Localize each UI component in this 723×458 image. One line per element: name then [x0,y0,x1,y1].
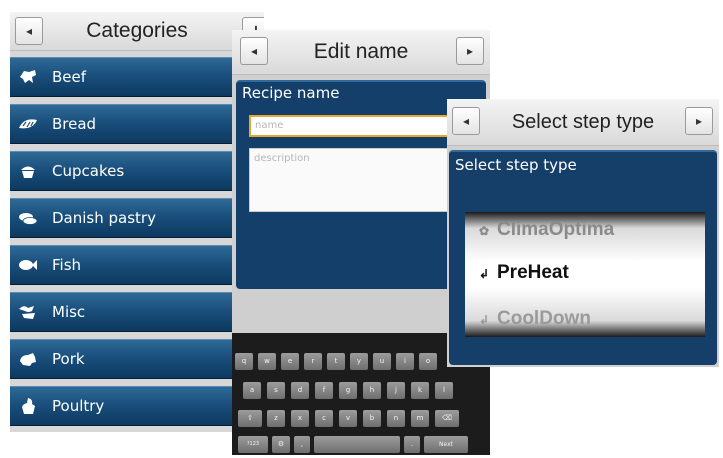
key[interactable]: q [235,353,253,370]
category-label: Cupcakes [52,162,125,180]
key[interactable]: k [411,382,429,399]
key[interactable]: o [419,353,437,370]
category-item-cupcakes[interactable]: Cupcakes [10,151,264,191]
settings-key[interactable]: ⚙ [272,436,290,453]
key[interactable]: x [291,410,309,427]
key[interactable]: i [396,353,414,370]
cooldown-icon: ↲ [479,313,490,327]
key[interactable]: t [327,353,345,370]
period-key[interactable]: . [404,436,420,453]
picker-option-climaoptima[interactable]: ✿ ClimaOptima [479,219,614,241]
category-label: Fish [52,256,82,274]
category-item-bread[interactable]: Bread [10,104,264,144]
key[interactable]: l [435,382,453,399]
category-item-danish-pastry[interactable]: Danish pastry [10,198,264,238]
key[interactable]: n [387,410,405,427]
spacebar[interactable] [314,436,400,453]
edit-name-header: Edit name ◂ ▸ [232,30,490,75]
key[interactable]: s [267,382,285,399]
keyboard-row-2: a s d f g h j k l [232,382,490,402]
category-item-fish[interactable]: Fish [10,245,264,285]
step-type-header: Select step type ◂ ▸ [447,99,719,146]
name-input[interactable]: name [249,115,479,137]
category-item-beef[interactable]: Beef [10,57,264,97]
next-key[interactable]: Next [424,436,468,453]
key[interactable]: g [339,382,357,399]
key[interactable]: c [315,410,333,427]
edit-name-title: Edit name [313,40,409,63]
key[interactable]: a [243,382,261,399]
key[interactable]: w [258,353,276,370]
category-item-pork[interactable]: Pork [10,339,264,379]
key[interactable]: e [281,353,299,370]
bread-icon [19,119,37,129]
select-step-type-screen: Select step type ◂ ▸ Select step type ✿ C… [447,99,719,367]
pastry-icon [19,213,38,225]
step-type-panel: Select step type ✿ ClimaOptima ↲ PreHeat ↲… [449,150,717,365]
description-input[interactable]: description [249,148,479,212]
pig-icon [20,353,36,366]
category-item-poultry[interactable]: Poultry [10,386,264,426]
comma-key[interactable]: , [294,436,310,453]
shift-key[interactable]: ⇧ [238,410,262,427]
cow-icon [20,70,36,83]
back-button[interactable]: ◂ [452,107,480,135]
key[interactable]: y [350,353,368,370]
picker-option-cooldown[interactable]: ↲ CoolDown [479,308,591,330]
categories-screen: Categories ◂ + Beef Bread Cupcakes Danis… [10,12,264,432]
misc-icon [19,306,35,319]
step-type-picker[interactable]: ✿ ClimaOptima ↲ PreHeat ↲ CoolDown [465,212,705,337]
panel-title: Recipe name [242,84,340,102]
fish-icon [19,260,37,270]
key[interactable]: h [363,382,381,399]
chicken-icon [22,398,35,414]
symbols-key[interactable]: ?123 [238,436,268,453]
keyboard-row-4: ?123 ⚙ , . Next [232,436,490,455]
category-label: Poultry [52,397,105,415]
back-button[interactable]: ◂ [15,17,43,45]
backspace-key[interactable]: ⌫ [435,410,459,427]
categories-header: Categories ◂ + [10,12,264,51]
next-button[interactable]: ▸ [456,37,484,65]
category-label: Pork [52,350,85,368]
category-label: Beef [52,68,87,86]
categories-title: Categories [86,19,188,42]
panel-title: Select step type [455,156,577,174]
category-item-misc[interactable]: Misc [10,292,264,332]
key[interactable]: m [411,410,429,427]
key[interactable]: j [387,382,405,399]
category-label: Bread [52,115,97,133]
key[interactable]: u [373,353,391,370]
category-label: Misc [52,303,86,321]
picker-option-preheat[interactable]: ↲ PreHeat [479,262,569,284]
next-button[interactable]: ▸ [685,107,713,135]
keyboard-row-3: ⇧ z x c v b n m ⌫ [232,410,490,430]
step-type-title: Select step type [511,111,655,133]
key[interactable]: z [267,410,285,427]
back-button[interactable]: ◂ [240,37,268,65]
preheat-icon: ↲ [479,267,490,281]
climaoptima-icon: ✿ [479,224,490,238]
key[interactable]: f [315,382,333,399]
key[interactable]: r [304,353,322,370]
key[interactable]: d [291,382,309,399]
cupcake-icon [21,166,35,178]
key[interactable]: v [339,410,357,427]
key[interactable]: b [363,410,381,427]
category-label: Danish pastry [52,209,156,227]
